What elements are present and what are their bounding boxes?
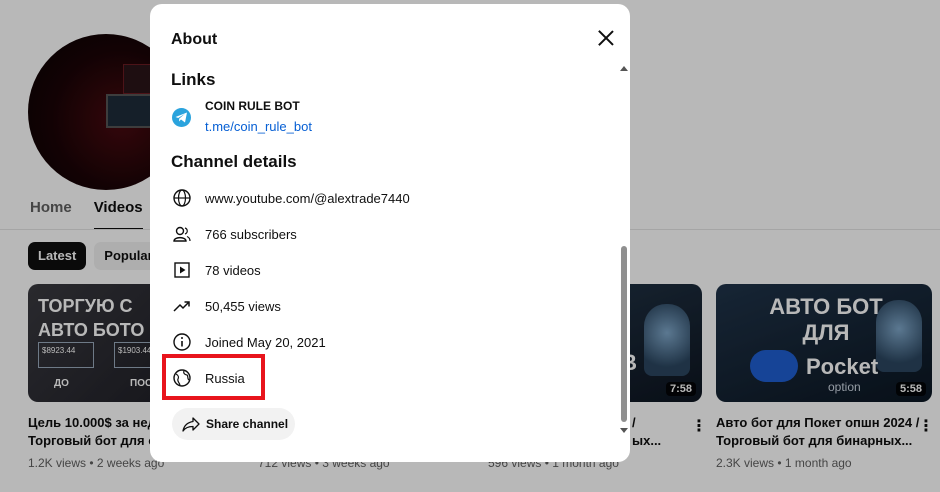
close-icon[interactable] [594, 26, 618, 50]
share-icon [182, 417, 200, 432]
highlight-box [162, 354, 265, 400]
link-url[interactable]: t.me/coin_rule_bot [205, 119, 312, 134]
about-dialog: About Links COIN RULE BOT t.me/coin_rule… [150, 4, 630, 462]
info-icon [173, 333, 191, 351]
scroll-up-arrow-icon[interactable] [620, 66, 628, 71]
trending-icon [173, 301, 190, 312]
link-title: COIN RULE BOT [205, 99, 300, 113]
share-channel-button[interactable]: Share channel [172, 408, 295, 440]
channel-url[interactable]: www.youtube.com/@alextrade7440 [205, 191, 410, 206]
subscribers-icon [173, 226, 191, 242]
subscriber-count: 766 subscribers [205, 227, 297, 242]
scroll-down-arrow-icon[interactable] [620, 428, 628, 433]
dialog-title: About [171, 31, 218, 48]
share-channel-label: Share channel [206, 417, 289, 431]
links-heading: Links [171, 70, 216, 89]
joined-date: Joined May 20, 2021 [205, 335, 326, 350]
telegram-icon [172, 108, 191, 127]
video-icon [174, 262, 190, 278]
channel-details-heading: Channel details [171, 152, 297, 171]
view-count: 50,455 views [205, 299, 281, 314]
scrollbar-thumb[interactable] [621, 246, 627, 422]
video-count: 78 videos [205, 263, 261, 278]
globe-icon [173, 189, 191, 207]
